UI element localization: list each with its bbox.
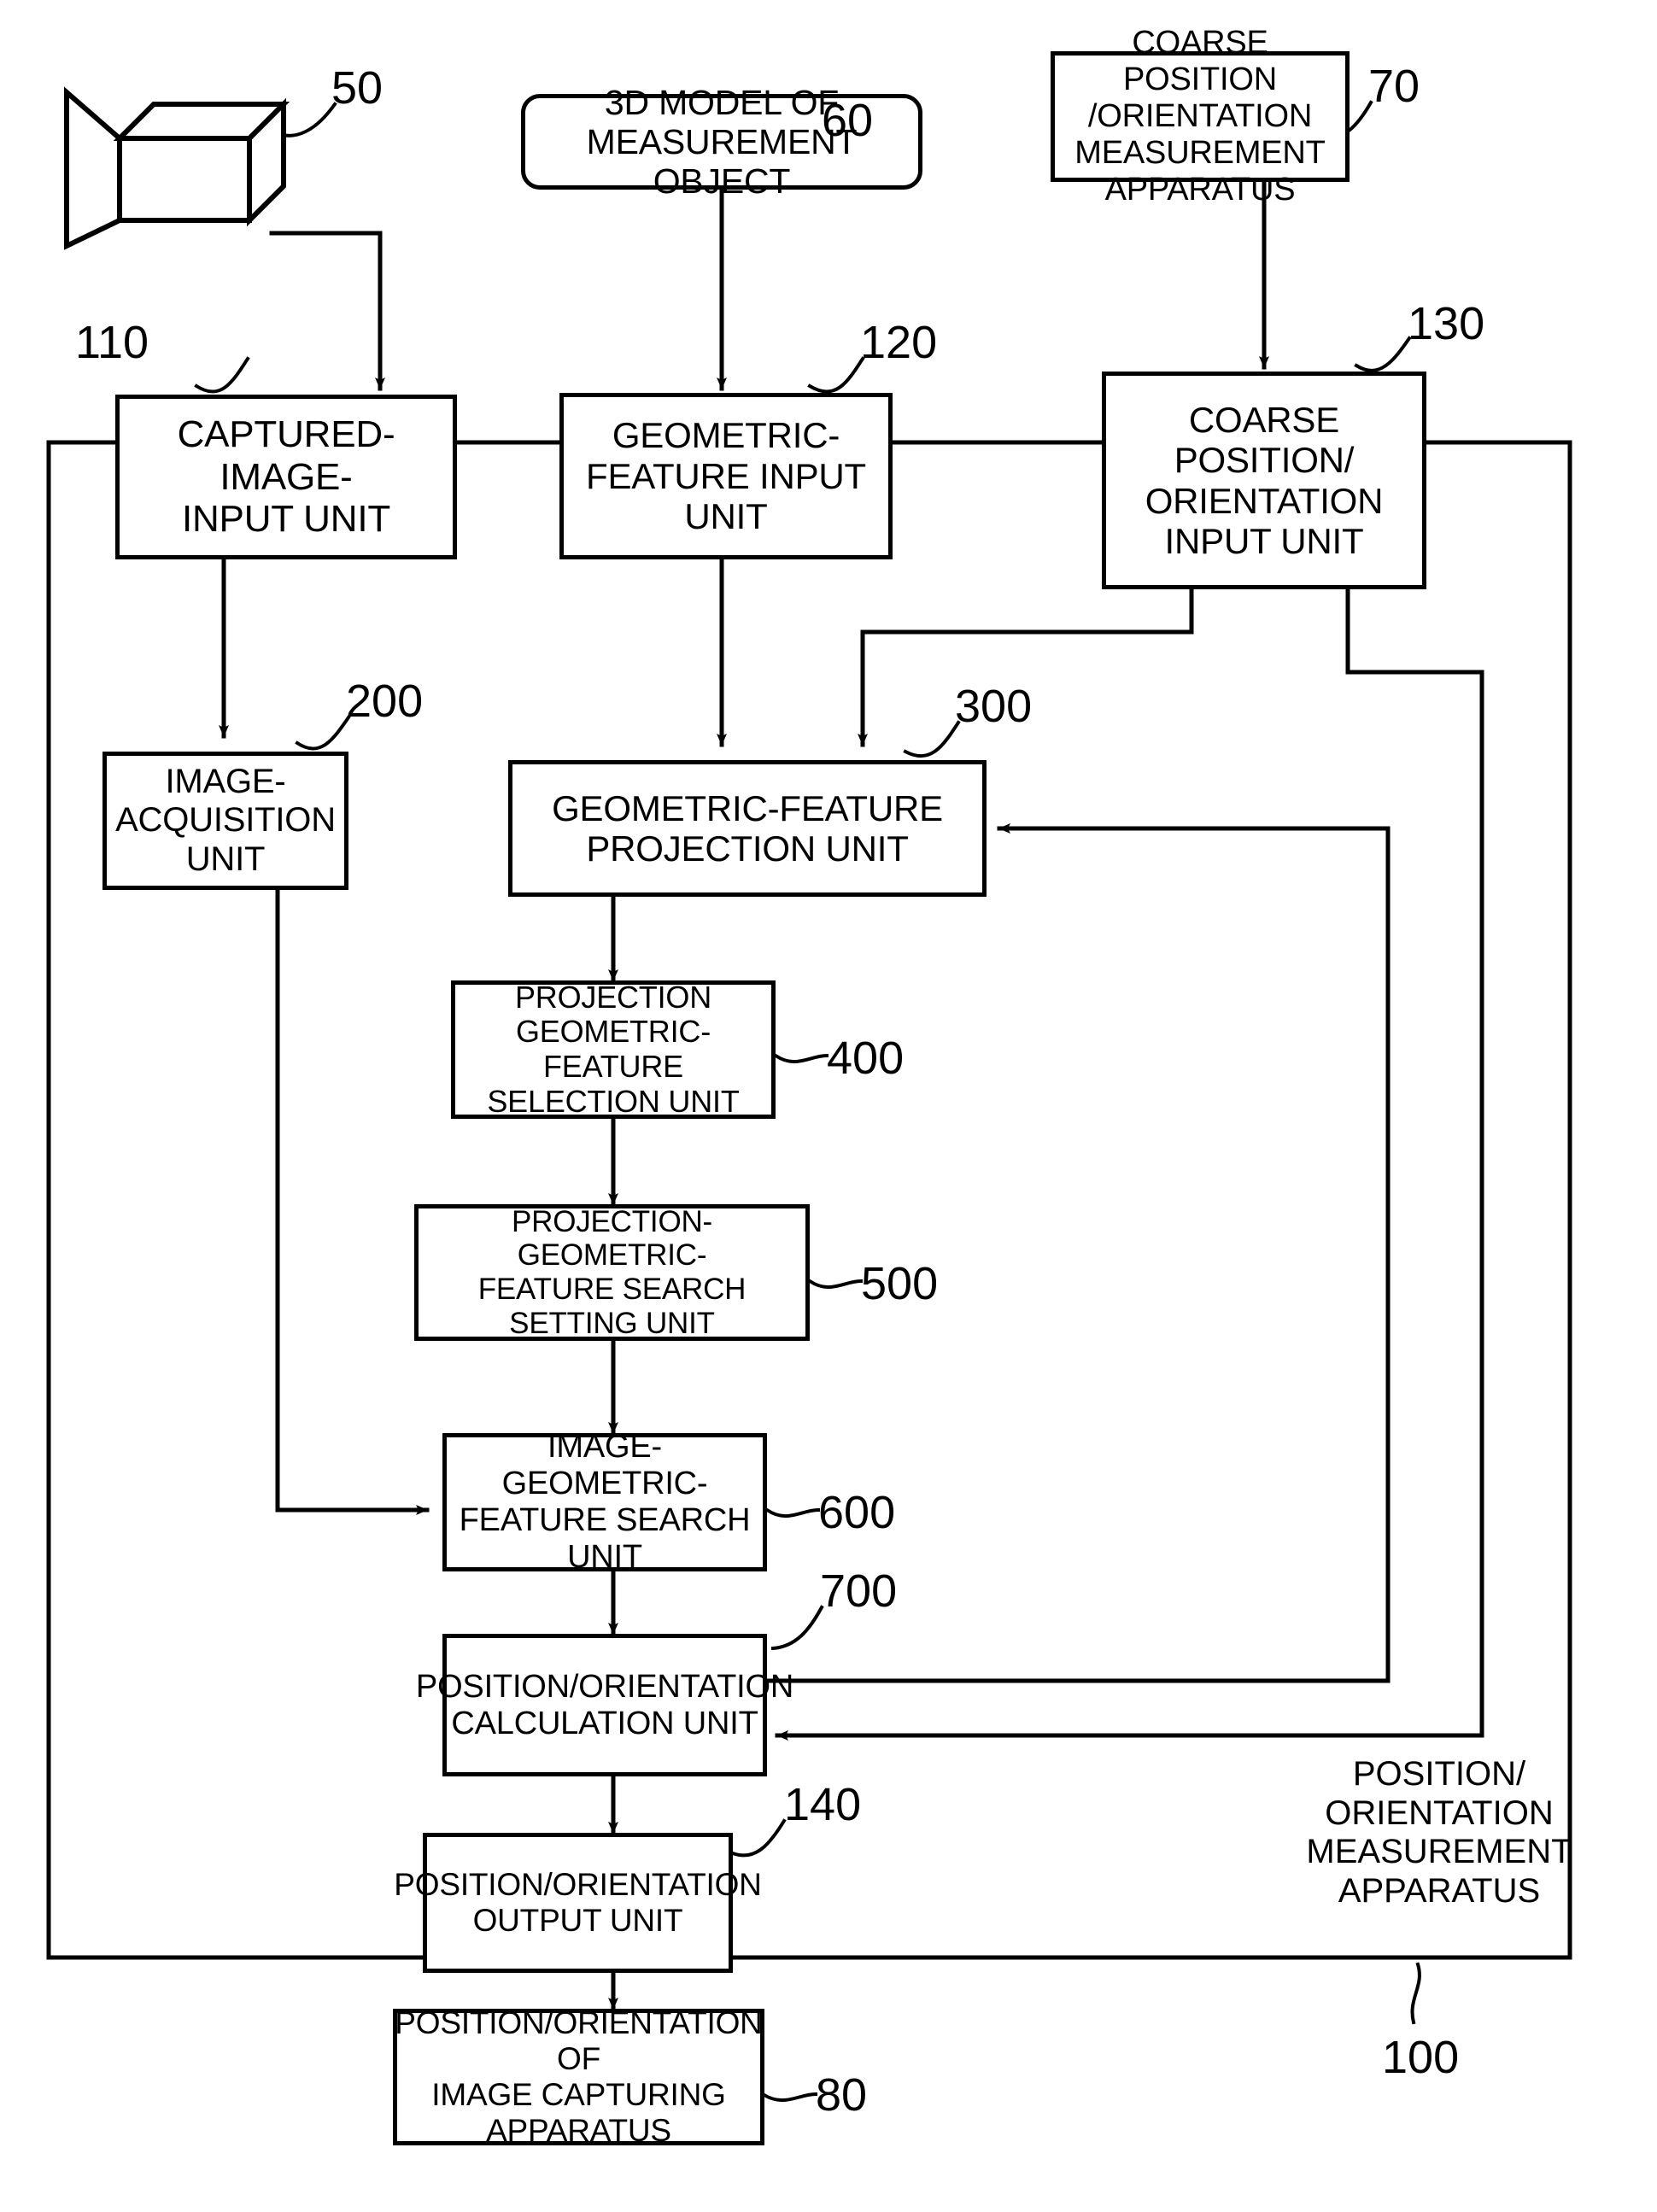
node-projection-geometric-feature-search-setting-unit: PROJECTION-GEOMETRIC- FEATURE SEARCH SETT… xyxy=(414,1204,810,1341)
node-captured-image-input-unit: CAPTURED- IMAGE- INPUT UNIT xyxy=(115,395,457,559)
ref-60: 60 xyxy=(822,95,874,146)
leader-300 xyxy=(903,720,961,758)
leader-120 xyxy=(807,356,865,394)
leader-600 xyxy=(764,1507,821,1519)
ref-400: 400 xyxy=(827,1033,905,1084)
node-image-acquisition-unit: IMAGE- ACQUISITION UNIT xyxy=(102,752,348,890)
node-600-label: IMAGE-GEOMETRIC- FEATURE SEARCH UNIT xyxy=(459,1429,751,1575)
ref-700: 700 xyxy=(820,1565,898,1617)
node-geometric-feature-input-unit: GEOMETRIC- FEATURE INPUT UNIT xyxy=(559,393,893,559)
ref-100: 100 xyxy=(1382,2032,1460,2083)
node-300-label: GEOMETRIC-FEATURE PROJECTION UNIT xyxy=(552,787,943,869)
leader-110 xyxy=(194,356,250,394)
node-500-label: PROJECTION-GEOMETRIC- FEATURE SEARCH SETT… xyxy=(477,1204,747,1340)
wire-200-to-600 xyxy=(275,886,430,1515)
node-130-label: COARSE POSITION/ORIENTATION INPUT UNIT xyxy=(1145,399,1384,561)
node-140-label: POSITION/ORIENTATION OUTPUT UNIT xyxy=(394,1867,762,1938)
node-110-label: CAPTURED- IMAGE- INPUT UNIT xyxy=(177,413,395,541)
wire-camera-to-110 xyxy=(269,231,385,391)
leader-100 xyxy=(1410,1962,1421,2025)
wire-700-to-300 xyxy=(762,823,1391,1683)
ref-140: 140 xyxy=(784,1779,862,1830)
figure-canvas: 3D MODEL OF MEASUREMENT OBJECT COARSE POSI… xyxy=(0,0,1657,2212)
ref-300: 300 xyxy=(955,681,1033,732)
node-position-orientation-of-image-capturing-apparatus: POSITION/ORIENTATION OF IMAGE CAPTURING A… xyxy=(393,2005,764,2148)
node-80-label: POSITION/ORIENTATION OF IMAGE CAPTURING A… xyxy=(395,2005,763,2148)
leader-130 xyxy=(1354,336,1412,372)
node-position-orientation-calculation-unit: POSITION/ORIENTATION CALCULATION UNIT xyxy=(416,1634,793,1776)
node-400-label: PROJECTION GEOMETRIC- FEATURE SELECTION U… xyxy=(487,979,740,1119)
ref-130: 130 xyxy=(1408,298,1485,349)
ref-110: 110 xyxy=(75,317,149,368)
ref-70: 70 xyxy=(1368,61,1420,112)
ref-50: 50 xyxy=(331,62,384,114)
leader-700 xyxy=(770,1605,824,1651)
node-200-label: IMAGE- ACQUISITION UNIT xyxy=(115,763,336,878)
ref-200: 200 xyxy=(346,676,424,727)
ref-120: 120 xyxy=(860,317,938,368)
leader-80 xyxy=(760,2092,818,2103)
outer-apparatus-label: POSITION/ORIENTATION MEASUREMENT APPARATUS xyxy=(1306,1755,1572,1910)
leader-200 xyxy=(295,715,351,751)
node-geometric-feature-projection-unit: GEOMETRIC-FEATURE PROJECTION UNIT xyxy=(508,760,987,897)
ref-80: 80 xyxy=(816,2069,868,2121)
leader-400 xyxy=(773,1053,829,1064)
node-coarse-apparatus-label: COARSE POSITION/ORIENTATION MEASUREMENT AP… xyxy=(1074,25,1326,208)
outer-boundary-right xyxy=(728,440,1572,1960)
leader-140 xyxy=(730,1818,787,1858)
outer-boundary-left xyxy=(46,440,425,1960)
node-position-orientation-output-unit: POSITION/ORIENTATION OUTPUT UNIT xyxy=(394,1833,762,1973)
image-capturing-apparatus-icon xyxy=(64,86,290,250)
leader-500 xyxy=(807,1279,864,1290)
ref-500: 500 xyxy=(861,1258,939,1309)
node-coarse-position-orientation-input-unit: COARSE POSITION/ORIENTATION INPUT UNIT xyxy=(1102,372,1426,589)
node-projection-geometric-feature-selection-unit: PROJECTION GEOMETRIC- FEATURE SELECTION U… xyxy=(451,980,776,1119)
node-coarse-position-orientation-measurement-apparatus: COARSE POSITION/ORIENTATION MEASUREMENT AP… xyxy=(1051,25,1350,208)
node-700-label: POSITION/ORIENTATION CALCULATION UNIT xyxy=(415,1668,794,1741)
node-120-label: GEOMETRIC- FEATURE INPUT UNIT xyxy=(586,415,866,537)
ref-600: 600 xyxy=(818,1487,896,1538)
node-image-geometric-feature-search-unit: IMAGE-GEOMETRIC- FEATURE SEARCH UNIT xyxy=(442,1429,767,1575)
